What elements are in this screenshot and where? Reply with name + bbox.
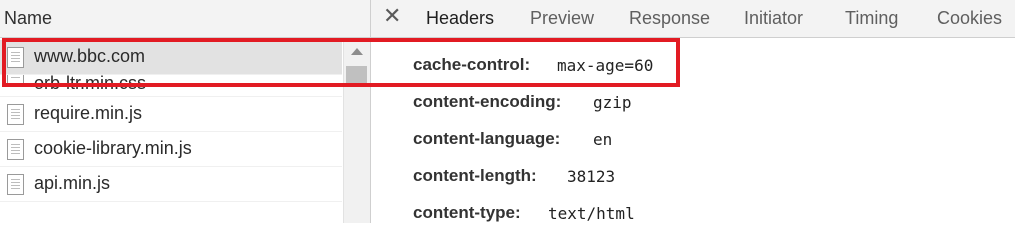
header-name: content-type: [413, 203, 521, 222]
header-value: en [593, 130, 613, 149]
request-row-require[interactable]: require.min.js [0, 97, 342, 132]
header-row-cache-control: cache-control: max-age=60 [371, 40, 1015, 77]
header-row-content-encoding: content-encoding: gzip [371, 77, 1015, 114]
document-icon [7, 139, 24, 160]
request-row-orb-ltr[interactable]: orb-ltr.min.css [0, 75, 342, 97]
request-row-cookie-library[interactable]: cookie-library.min.js [0, 132, 342, 167]
header-row-content-length: content-length: 38123 [371, 151, 1015, 188]
tab-timing[interactable]: Timing [845, 8, 898, 29]
request-name: api.min.js [34, 173, 111, 193]
header-value: text/html [548, 204, 635, 223]
header-name: content-length: [413, 166, 537, 185]
document-icon [7, 75, 24, 84]
name-column-header[interactable]: Name [0, 0, 370, 38]
header-value: gzip [593, 93, 632, 112]
request-name: www.bbc.com [34, 46, 146, 66]
request-name: cookie-library.min.js [34, 138, 192, 158]
request-list-pane: Name www.bbc.com orb-ltr.min.css require… [0, 0, 370, 223]
request-list: www.bbc.com orb-ltr.min.css require.min.… [0, 40, 342, 202]
request-list-scrollbar[interactable] [343, 40, 370, 223]
header-row-content-language: content-language: en [371, 114, 1015, 151]
header-name: content-encoding: [413, 92, 562, 111]
document-icon [7, 47, 24, 68]
tab-response[interactable]: Response [629, 8, 710, 29]
scrollbar-thumb[interactable] [346, 66, 367, 84]
tab-headers[interactable]: Headers [426, 8, 494, 29]
header-value: max-age=60 [557, 56, 654, 75]
tab-cookies[interactable]: Cookies [937, 8, 1002, 29]
header-row-content-type: content-type: text/html [371, 188, 1015, 225]
close-icon[interactable]: ✕ [383, 4, 401, 29]
document-icon [7, 104, 24, 125]
details-tab-bar: ✕ Headers Preview Response Initiator Tim… [371, 0, 1015, 38]
tab-initiator[interactable]: Initiator [744, 8, 803, 29]
header-value: 38123 [567, 167, 616, 186]
request-name: require.min.js [34, 103, 143, 123]
request-row-www-bbc-com[interactable]: www.bbc.com [0, 40, 342, 75]
header-name: content-language: [413, 129, 561, 148]
response-headers-list: cache-control: max-age=60 content-encodi… [371, 40, 1015, 225]
name-column-label: Name [4, 8, 53, 28]
request-name: orb-ltr.min.css [34, 75, 147, 93]
header-name: cache-control: [413, 55, 531, 74]
scroll-up-arrow-icon[interactable] [344, 40, 370, 62]
document-icon [7, 174, 24, 195]
request-row-api[interactable]: api.min.js [0, 167, 342, 202]
tab-preview[interactable]: Preview [530, 8, 594, 29]
